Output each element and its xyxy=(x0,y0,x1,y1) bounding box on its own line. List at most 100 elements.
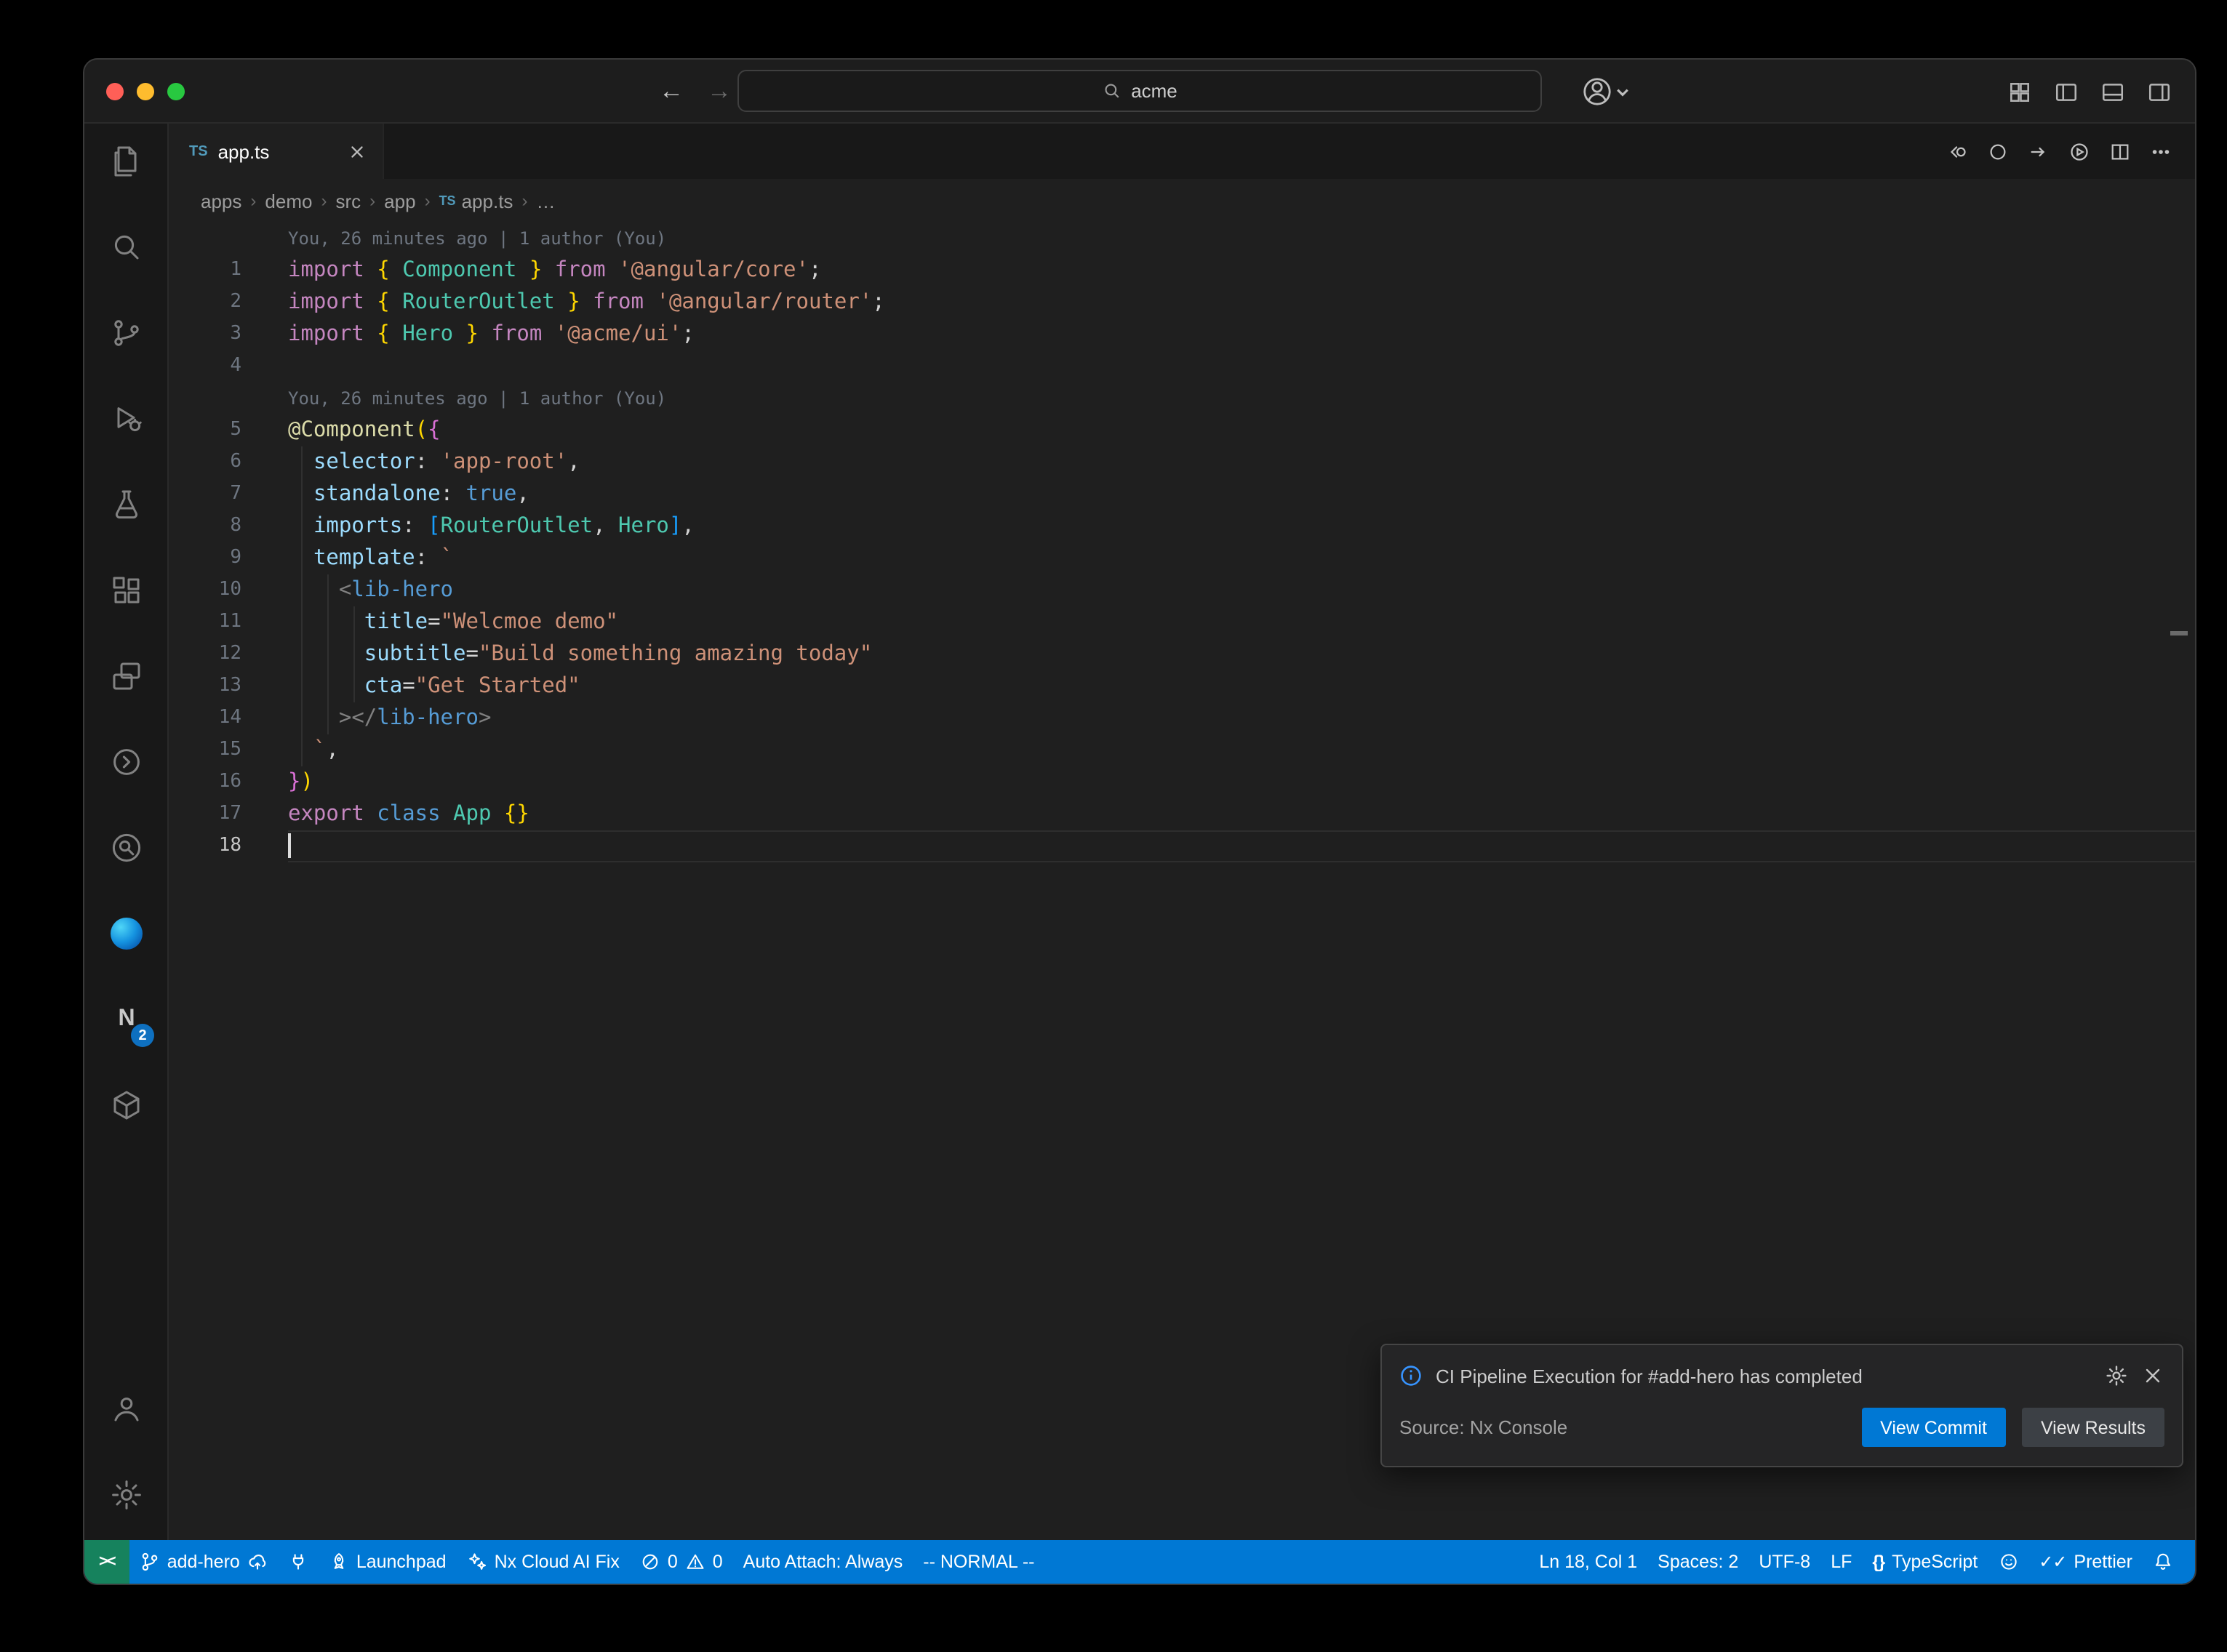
branch-status[interactable]: add-hero xyxy=(129,1540,278,1584)
notification-settings-icon[interactable] xyxy=(2105,1364,2128,1387)
split-editor-icon[interactable] xyxy=(2109,140,2131,162)
code-line[interactable]: 12 subtitle="Build something amazing tod… xyxy=(169,638,2195,670)
sidebar-item-remote-windows[interactable] xyxy=(84,638,167,714)
settings-button[interactable] xyxy=(84,1457,167,1533)
code-line[interactable]: 13 cta="Get Started" xyxy=(169,670,2195,702)
code-line-text: <lib-hero xyxy=(288,574,2195,606)
code-line[interactable]: 15 `, xyxy=(169,734,2195,766)
code-line-text: `, xyxy=(288,734,2195,766)
eol-status[interactable]: LF xyxy=(1820,1540,1862,1584)
line-number: 17 xyxy=(169,798,241,830)
branch-name: add-hero xyxy=(167,1552,240,1572)
sidebar-item-source-control[interactable] xyxy=(84,295,167,371)
code-line[interactable]: 9 template: ` xyxy=(169,542,2195,574)
notifications-status[interactable] xyxy=(2143,1540,2183,1584)
code-line[interactable]: 1 import { Component } from '@angular/cor… xyxy=(169,254,2195,286)
encoding-status[interactable]: UTF-8 xyxy=(1748,1540,1820,1584)
breadcrumb-item[interactable]: app xyxy=(384,190,415,212)
sidebar-item-gitlens[interactable] xyxy=(84,724,167,800)
sidebar-item-edge-tools[interactable] xyxy=(84,896,167,971)
view-commit-button[interactable]: View Commit xyxy=(1861,1408,2006,1447)
toggle-secondary-sidebar-icon[interactable] xyxy=(2147,79,2172,104)
status-bar: >< add-hero Launchpad Nx Cloud AI Fix xyxy=(84,1540,2195,1584)
close-window-button[interactable] xyxy=(106,83,124,100)
cursor-position-label: Ln 18, Col 1 xyxy=(1539,1552,1637,1572)
code-line[interactable]: 2import { RouterOutlet } from '@angular/… xyxy=(169,286,2195,318)
bell-icon xyxy=(2153,1552,2173,1572)
line-number: 2 xyxy=(169,286,241,318)
code-line[interactable]: 11 title="Welcmoe demo" xyxy=(169,606,2195,638)
sidebar-item-run-debug[interactable] xyxy=(84,381,167,457)
code-editor[interactable]: You, 26 minutes ago | 1 author (You)1imp… xyxy=(169,222,2195,1540)
code-line[interactable]: 14 ></lib-hero> xyxy=(169,702,2195,734)
blame-lens-row[interactable]: You, 26 minutes ago | 1 author (You) xyxy=(169,222,2195,254)
nx-cloud-label: Nx Cloud AI Fix xyxy=(495,1552,620,1572)
breadcrumb-item[interactable]: demo xyxy=(265,190,312,212)
code-line[interactable]: 10 <lib-hero xyxy=(169,574,2195,606)
launchpad-status[interactable]: Launchpad xyxy=(319,1540,457,1584)
auto-attach-status[interactable]: Auto Attach: Always xyxy=(733,1540,913,1584)
open-changes-icon[interactable] xyxy=(1946,140,1968,162)
breadcrumb-item[interactable]: … xyxy=(536,190,555,212)
run-code-icon[interactable] xyxy=(2068,140,2090,162)
sidebar-item-testing[interactable] xyxy=(84,467,167,542)
blame-lens-row[interactable]: You, 26 minutes ago | 1 author (You) xyxy=(169,382,2195,414)
close-tab-icon[interactable] xyxy=(346,140,368,162)
sidebar-item-search[interactable] xyxy=(84,209,167,285)
toggle-blame-icon[interactable] xyxy=(1987,140,2009,162)
breadcrumb-item[interactable]: apps xyxy=(201,190,241,212)
customize-layout-icon[interactable] xyxy=(2007,79,2032,104)
minimize-window-button[interactable] xyxy=(137,83,154,100)
window-controls xyxy=(106,60,185,124)
sidebar-item-nx-console[interactable]: N 2 xyxy=(84,982,167,1057)
nx-badge: 2 xyxy=(131,1024,154,1047)
line-number: 1 xyxy=(169,254,241,286)
code-line-text: standalone: true, xyxy=(288,478,2195,510)
code-line[interactable]: 8 imports: [RouterOutlet, Hero], xyxy=(169,510,2195,542)
accounts-button[interactable] xyxy=(84,1371,167,1447)
more-actions-icon[interactable] xyxy=(2150,140,2172,162)
view-results-button[interactable]: View Results xyxy=(2022,1408,2164,1447)
overview-ruler-mark xyxy=(2170,631,2188,635)
error-icon xyxy=(640,1552,660,1572)
code-line[interactable]: 17export class App {} xyxy=(169,798,2195,830)
sidebar-item-containers[interactable] xyxy=(84,1067,167,1143)
language-mode-status[interactable]: {} TypeScript xyxy=(1862,1540,1988,1584)
breadcrumb-item[interactable]: src xyxy=(335,190,361,212)
code-line[interactable]: 18 xyxy=(169,830,2195,862)
cursor-position-status[interactable]: Ln 18, Col 1 xyxy=(1529,1540,1647,1584)
plug-icon xyxy=(288,1552,308,1572)
tab-app-ts[interactable]: TS app.ts xyxy=(169,124,384,179)
code-line[interactable]: 4 xyxy=(169,350,2195,382)
nx-cloud-status[interactable]: Nx Cloud AI Fix xyxy=(457,1540,630,1584)
windows-icon xyxy=(108,659,143,694)
code-line[interactable]: 16}) xyxy=(169,766,2195,798)
formatter-status[interactable]: ✓✓ Prettier xyxy=(2028,1540,2143,1584)
code-line[interactable]: 6 selector: 'app-root', xyxy=(169,446,2195,478)
sidebar-item-code-search[interactable] xyxy=(84,810,167,886)
line-number: 12 xyxy=(169,638,241,670)
sidebar-item-extensions[interactable] xyxy=(84,553,167,628)
notification-close-icon[interactable] xyxy=(2141,1364,2164,1387)
problems-status[interactable]: 0 0 xyxy=(630,1540,733,1584)
person-icon xyxy=(108,1392,143,1427)
sparkle-icon xyxy=(467,1552,487,1572)
remote-indicator[interactable]: >< xyxy=(84,1540,129,1584)
navigate-forward-button[interactable]: → xyxy=(707,77,732,106)
code-line[interactable]: 3import { Hero } from '@acme/ui'; xyxy=(169,318,2195,350)
toggle-primary-sidebar-icon[interactable] xyxy=(2054,79,2079,104)
zoom-window-button[interactable] xyxy=(167,83,185,100)
toggle-panel-icon[interactable] xyxy=(2100,79,2125,104)
command-center-search[interactable]: acme xyxy=(737,70,1542,112)
code-line[interactable]: 5@Component({ xyxy=(169,414,2195,446)
indentation-status[interactable]: Spaces: 2 xyxy=(1647,1540,1748,1584)
breadcrumb-item[interactable]: app.ts xyxy=(462,190,513,212)
ports-status[interactable] xyxy=(278,1540,319,1584)
sidebar-item-explorer[interactable] xyxy=(84,124,167,199)
feedback-status[interactable] xyxy=(1988,1540,2028,1584)
code-line-text: import { Component } from '@angular/core… xyxy=(288,254,2195,286)
run-file-icon[interactable] xyxy=(2028,140,2050,162)
navigate-back-button[interactable]: ← xyxy=(659,77,684,106)
code-line[interactable]: 7 standalone: true, xyxy=(169,478,2195,510)
profile-button[interactable] xyxy=(1583,60,1629,124)
